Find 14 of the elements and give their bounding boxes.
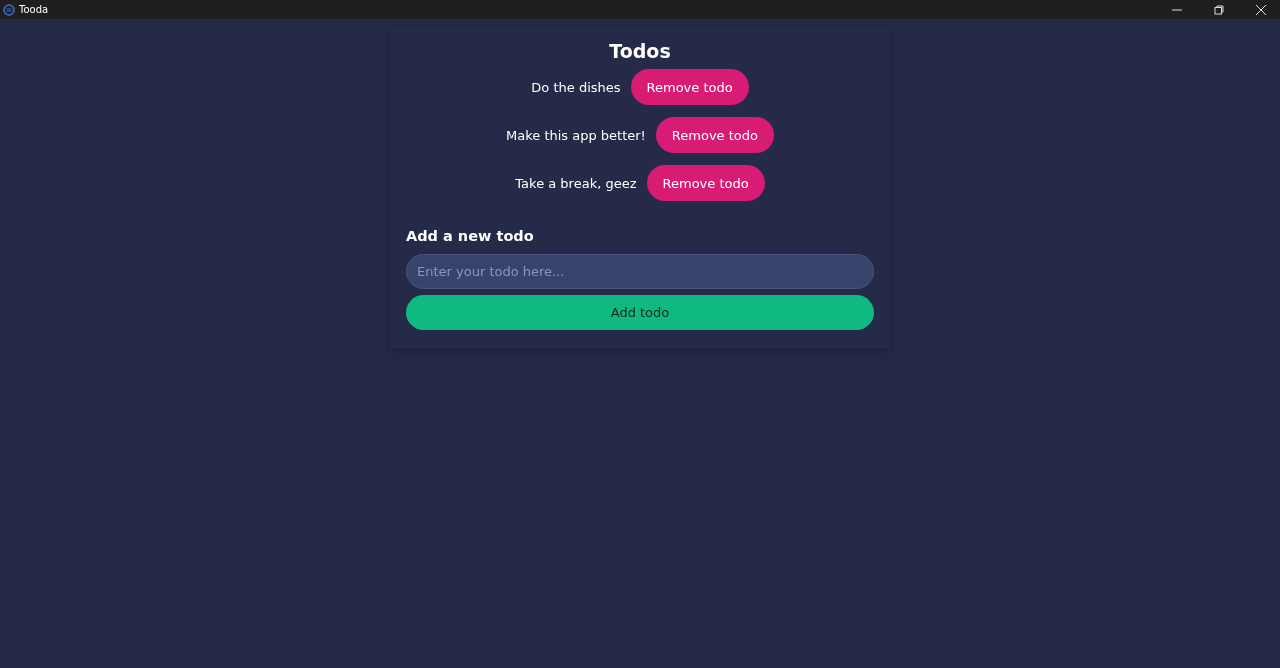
todo-text: Take a break, geez bbox=[515, 175, 637, 191]
remove-todo-button[interactable]: Remove todo bbox=[630, 69, 749, 105]
form-heading: Add a new todo bbox=[406, 228, 535, 244]
todo-text: Do the dishes bbox=[531, 79, 621, 95]
app-icon bbox=[3, 3, 15, 16]
remove-todo-button[interactable]: Remove todo bbox=[655, 117, 774, 153]
todo-text: Make this app better! bbox=[506, 127, 646, 143]
close-icon bbox=[1256, 4, 1266, 15]
add-todo-button[interactable]: Add todo bbox=[406, 295, 874, 330]
restore-icon bbox=[1214, 4, 1224, 15]
page-heading: Todos bbox=[608, 40, 672, 62]
todo-input-field[interactable]: Enter your todo here... bbox=[406, 254, 874, 289]
remove-todo-button[interactable]: Remove todo bbox=[646, 165, 765, 201]
window-title: Tooda bbox=[19, 4, 50, 15]
